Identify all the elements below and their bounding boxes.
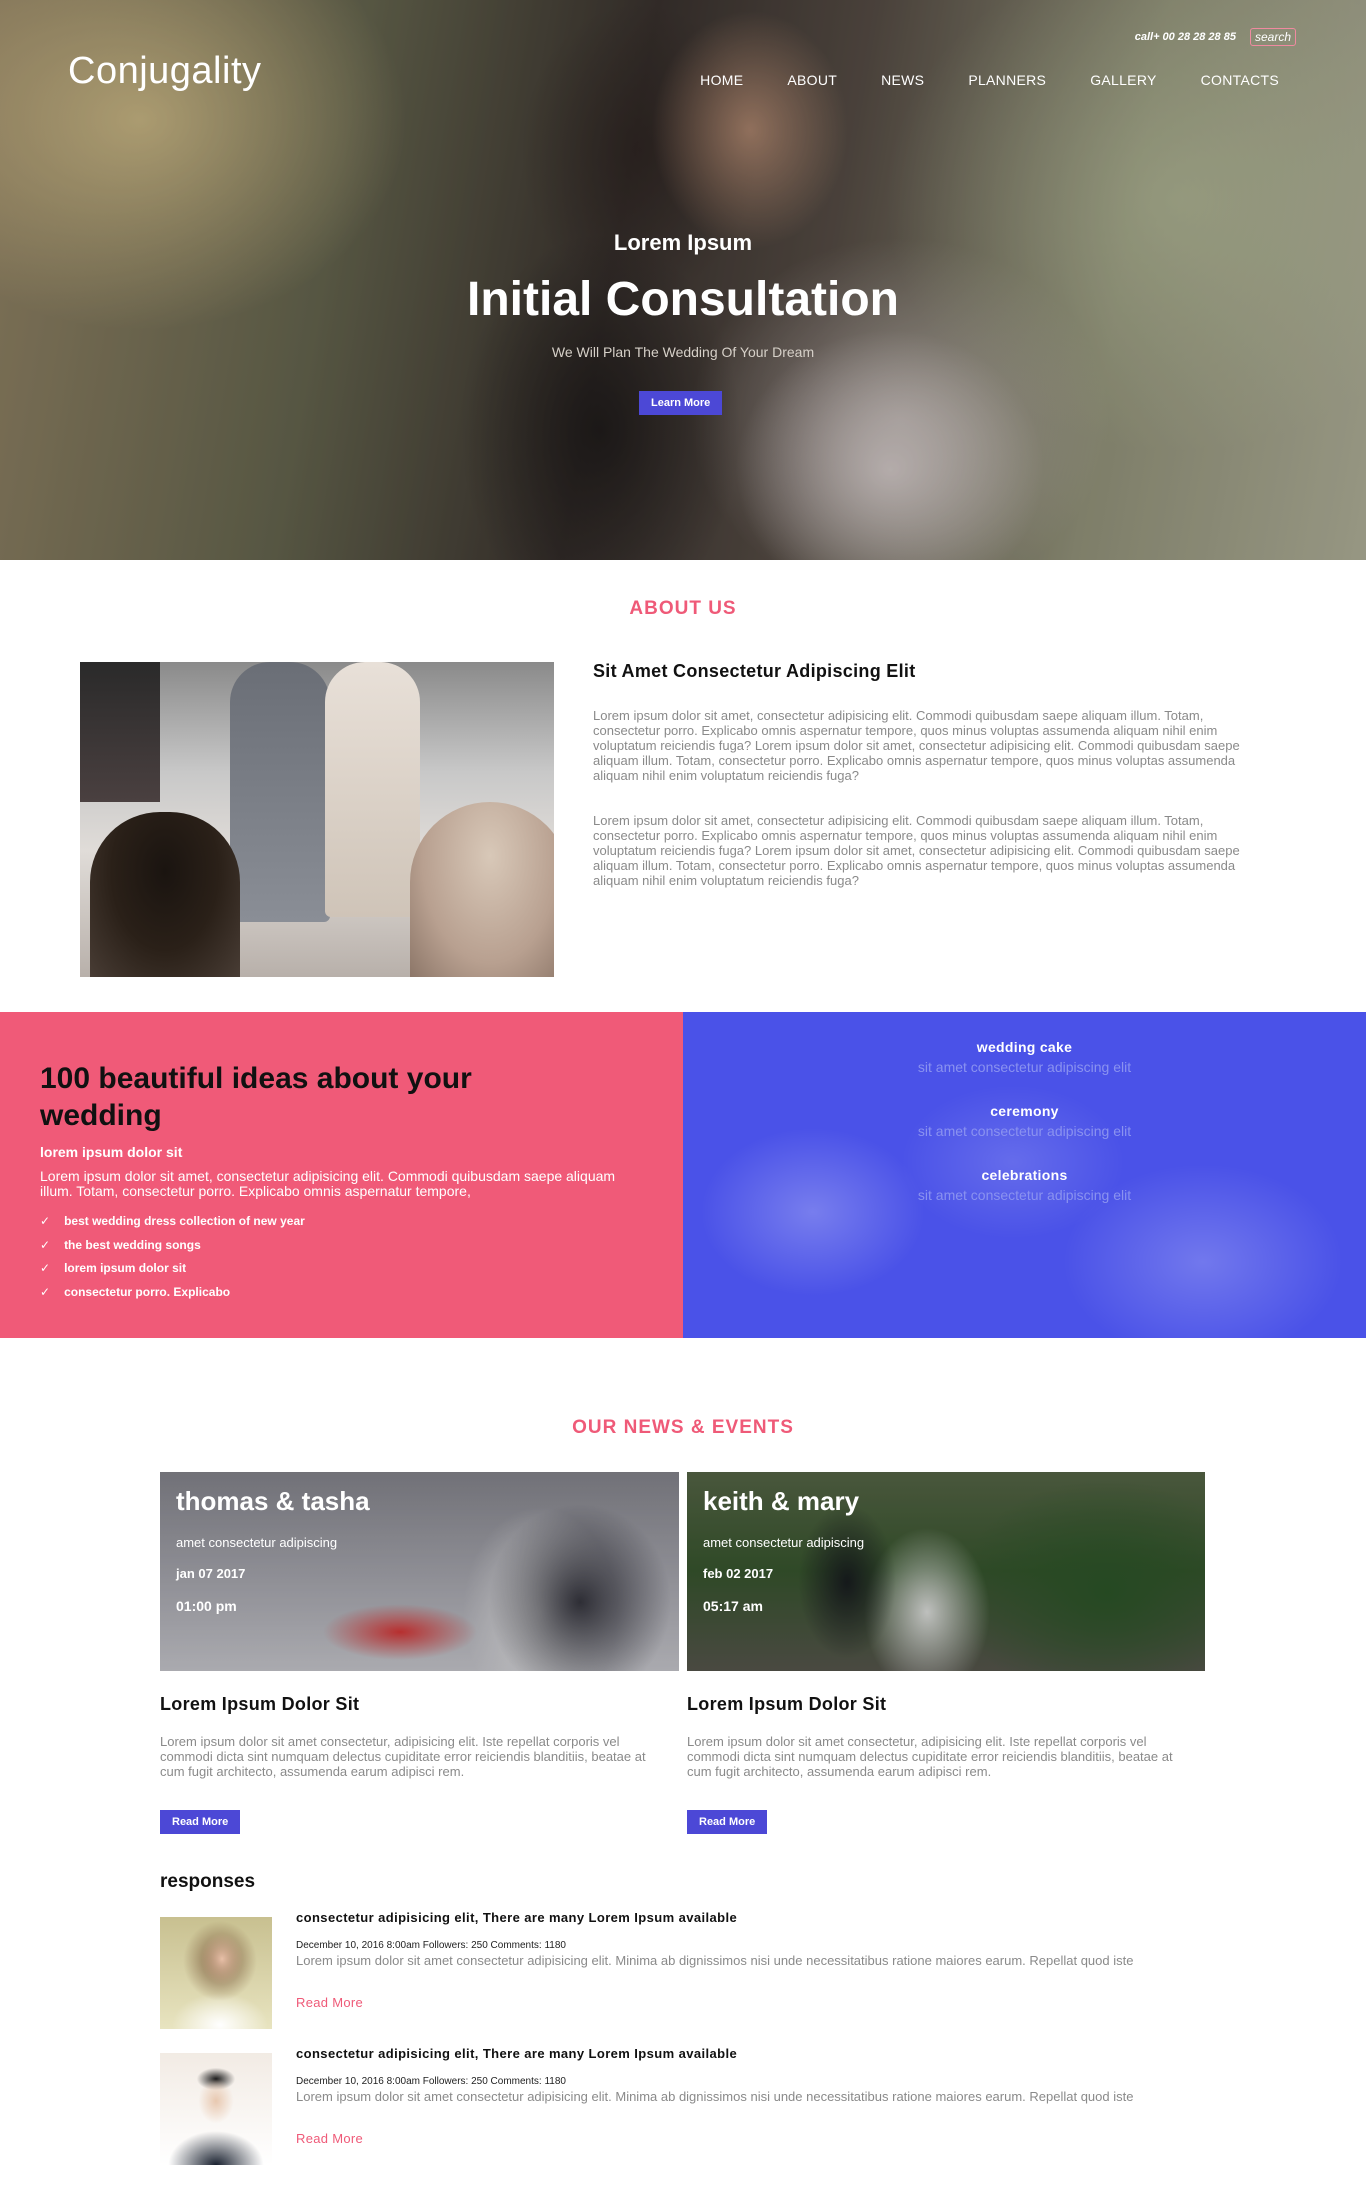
- response-heading: consectetur adipisicing elit, There are …: [296, 1910, 738, 1925]
- news-text: Lorem ipsum dolor sit amet consectetur, …: [160, 1734, 646, 1779]
- news-date: jan 07 2017: [176, 1566, 246, 1581]
- list-item: ✓ consectetur porro. Explicabo: [40, 1281, 305, 1305]
- ideas-subtitle: lorem ipsum dolor sit: [40, 1144, 183, 1160]
- news-text: Lorem ipsum dolor sit amet consectetur, …: [687, 1734, 1173, 1779]
- services-panel: wedding cake sit amet consectetur adipis…: [683, 1012, 1366, 1338]
- response-text: Lorem ipsum dolor sit amet consectetur a…: [296, 1953, 1134, 1968]
- phone-number: call+ 00 28 28 28 85: [1134, 31, 1236, 43]
- read-more-button[interactable]: Read More: [160, 1810, 241, 1834]
- avatar: [160, 2053, 272, 2165]
- news-subtitle: amet consectetur adipiscing: [703, 1535, 865, 1550]
- news-card[interactable]: keith & mary amet consectetur adipiscing…: [687, 1472, 1205, 1671]
- main-nav: HOME ABOUT NEWS PLANNERS GALLERY CONTACT…: [700, 72, 1279, 88]
- response-read-more-link[interactable]: Read More: [296, 2131, 363, 2146]
- nav-news[interactable]: NEWS: [881, 72, 924, 88]
- response-meta: December 10, 2016 8:00am Followers: 250 …: [296, 2076, 566, 2087]
- news-couple-names: thomas & tasha: [176, 1486, 370, 1516]
- avatar: [160, 1917, 272, 2029]
- about-section-title: ABOUT US: [629, 598, 737, 619]
- check-icon: ✓: [40, 1237, 51, 1252]
- check-icon: ✓: [40, 1284, 51, 1299]
- nav-home[interactable]: HOME: [700, 72, 743, 88]
- check-icon: ✓: [40, 1214, 51, 1228]
- service-item: wedding cake sit amet consectetur adipis…: [683, 1039, 1366, 1075]
- nav-gallery[interactable]: GALLERY: [1090, 72, 1156, 88]
- hero-subtitle: Lorem Ipsum: [613, 230, 753, 255]
- check-icon: ✓: [40, 1261, 51, 1275]
- response-meta: December 10, 2016 8:00am Followers: 250 …: [296, 1940, 566, 1951]
- hero-tagline: We Will Plan The Wedding Of Your Dream: [551, 344, 815, 360]
- ideas-text: Lorem ipsum dolor sit amet, consectetur …: [40, 1168, 616, 1199]
- news-section-title: OUR NEWS & EVENTS: [572, 1417, 794, 1438]
- nav-planners[interactable]: PLANNERS: [968, 72, 1046, 88]
- about-paragraph: Lorem ipsum dolor sit amet, consectetur …: [593, 813, 1240, 888]
- learn-more-button[interactable]: Learn More: [639, 391, 723, 415]
- about-image: [80, 662, 554, 977]
- list-item: ✓ the best wedding songs: [40, 1234, 305, 1258]
- service-desc: sit amet consectetur adipiscing elit: [917, 1059, 1132, 1075]
- news-heading: Lorem Ipsum Dolor Sit: [160, 1694, 360, 1714]
- news-time: 05:17 am: [703, 1598, 763, 1614]
- response-heading: consectetur adipisicing elit, There are …: [296, 2046, 738, 2061]
- search-button[interactable]: search: [1249, 28, 1296, 46]
- about-paragraph: Lorem ipsum dolor sit amet, consectetur …: [593, 708, 1240, 783]
- news-subtitle: amet consectetur adipiscing: [176, 1535, 338, 1550]
- about-heading: Sit Amet Consectetur Adipiscing Elit: [593, 661, 916, 681]
- responses-title: responses: [160, 1871, 256, 1892]
- service-name: ceremony: [990, 1103, 1059, 1119]
- ideas-panel: 100 beautiful ideas about your wedding l…: [0, 1012, 683, 1338]
- service-desc: sit amet consectetur adipiscing elit: [917, 1187, 1132, 1203]
- service-item: ceremony sit amet consectetur adipiscing…: [683, 1103, 1366, 1139]
- nav-about[interactable]: ABOUT: [787, 72, 837, 88]
- ideas-list: ✓ best wedding dress collection of new ye…: [40, 1210, 305, 1304]
- news-heading: Lorem Ipsum Dolor Sit: [687, 1694, 887, 1714]
- news-date: feb 02 2017: [703, 1566, 774, 1581]
- ideas-title: 100 beautiful ideas about your wedding: [40, 1062, 472, 1132]
- news-time: 01:00 pm: [176, 1598, 237, 1614]
- response-text: Lorem ipsum dolor sit amet consectetur a…: [296, 2089, 1134, 2104]
- nav-contacts[interactable]: CONTACTS: [1201, 72, 1279, 88]
- read-more-button[interactable]: Read More: [687, 1810, 768, 1834]
- service-item: celebrations sit amet consectetur adipis…: [683, 1167, 1366, 1203]
- news-couple-names: keith & mary: [703, 1486, 860, 1516]
- service-desc: sit amet consectetur adipiscing elit: [917, 1123, 1132, 1139]
- service-name: wedding cake: [976, 1039, 1073, 1055]
- hero-title: Initial Consultation: [467, 273, 899, 326]
- site-logo[interactable]: Conjugality: [68, 50, 262, 93]
- service-name: celebrations: [981, 1167, 1068, 1183]
- top-bar: call+ 00 28 28 28 85 search: [1135, 28, 1296, 46]
- list-item: ✓ best wedding dress collection of new ye…: [40, 1210, 305, 1234]
- hero-banner: Conjugality call+ 00 28 28 28 85 search …: [0, 0, 1366, 560]
- list-item: ✓ lorem ipsum dolor sit: [40, 1257, 305, 1281]
- news-card[interactable]: thomas & tasha amet consectetur adipisci…: [160, 1472, 679, 1671]
- response-read-more-link[interactable]: Read More: [296, 1995, 363, 2010]
